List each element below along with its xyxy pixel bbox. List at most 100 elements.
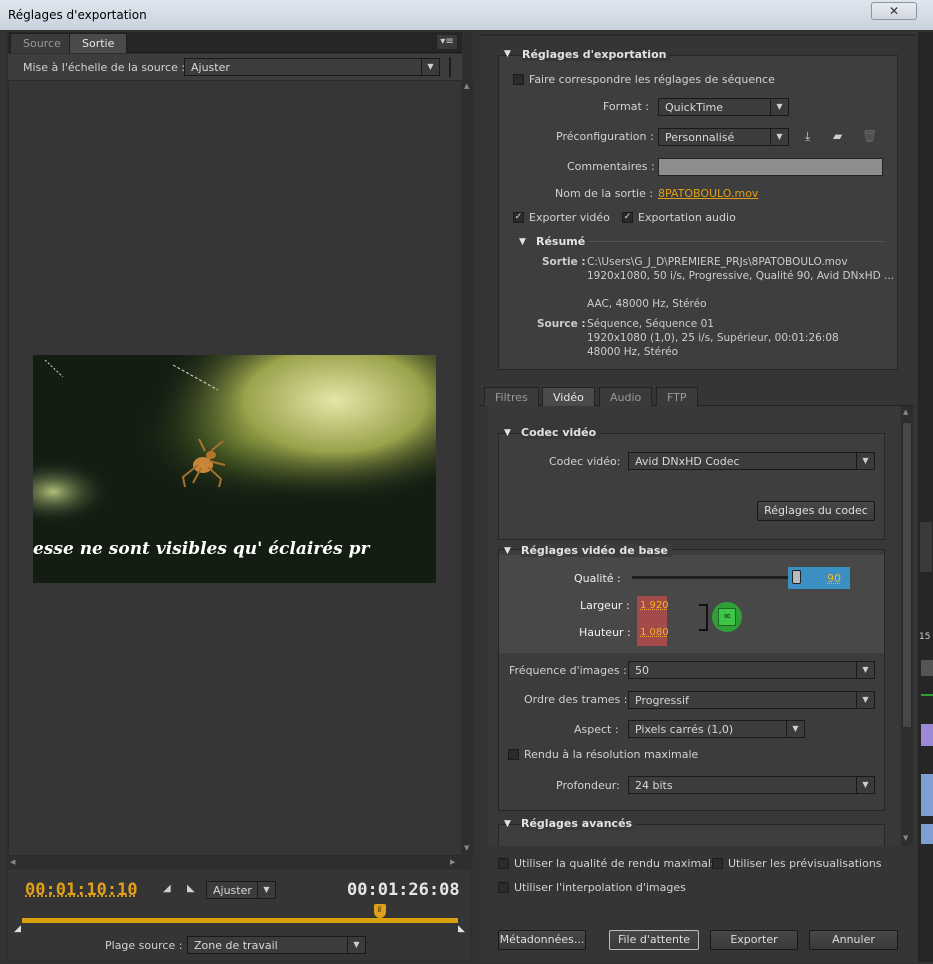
out-point-marker-icon[interactable]: ◣ — [458, 924, 465, 934]
summary-output-label: Sortie : — [542, 256, 586, 268]
codec-dropdown[interactable]: Avid DNxHD Codec ▼ — [628, 452, 875, 470]
playhead-icon[interactable]: ⅱ — [373, 904, 386, 918]
max-render-label: Rendu à la résolution maximale — [524, 748, 699, 761]
scroll-thumb[interactable] — [902, 422, 912, 728]
use-previews-checkbox[interactable] — [712, 858, 723, 869]
aspect-label: Aspect : — [574, 723, 619, 736]
chevron-down-icon: ▼ — [770, 129, 788, 145]
panel-menu-icon[interactable]: ▾≡ — [436, 34, 458, 50]
background-app-edge: 15 — [918, 32, 933, 962]
chevron-down-icon: ▼ — [770, 99, 788, 115]
current-timecode[interactable]: 00:01:10:10 — [25, 880, 138, 900]
format-dropdown[interactable]: QuickTime ▼ — [658, 98, 789, 116]
field-order-dropdown[interactable]: Progressif ▼ — [628, 691, 875, 709]
divider — [449, 57, 451, 77]
fps-label: Fréquence d'images : — [509, 664, 627, 677]
cancel-button[interactable]: Annuler — [809, 930, 898, 950]
preset-dropdown[interactable]: Personnalisé ▼ — [658, 128, 789, 146]
divider — [588, 241, 884, 242]
output-name-label: Nom de la sortie : — [555, 187, 654, 200]
metadata-button[interactable]: Métadonnées... — [498, 930, 586, 950]
save-preset-icon[interactable]: ⤓ — [805, 129, 823, 145]
export-video-checkbox[interactable]: ✓ — [513, 212, 524, 223]
set-in-point-icon[interactable]: ◢ — [163, 883, 171, 894]
tab-video[interactable]: Vidéo — [542, 387, 595, 406]
tab-audio[interactable]: Audio — [599, 387, 653, 406]
scroll-up-icon[interactable]: ▲ — [464, 82, 469, 90]
depth-label: Profondeur: — [556, 779, 620, 792]
height-label: Hauteur : — [579, 626, 631, 639]
background-clip — [921, 824, 933, 844]
time-ruler-track[interactable] — [22, 918, 458, 923]
scroll-left-icon[interactable]: ◀ — [10, 858, 15, 866]
collapse-icon[interactable]: ▼ — [504, 49, 511, 59]
quality-slider-thumb[interactable] — [791, 570, 801, 584]
height-value[interactable]: 1 080 — [640, 627, 669, 638]
max-render-checkbox[interactable] — [508, 749, 519, 760]
link-icon[interactable]: ∞ — [718, 608, 736, 626]
scroll-down-icon[interactable]: ▼ — [903, 834, 908, 842]
summary-header: Résumé — [536, 235, 586, 248]
output-name-link[interactable]: 8PATOBOULO.mov — [658, 187, 758, 200]
match-sequence-label: Faire correspondre les réglages de séque… — [529, 73, 775, 86]
chevron-down-icon: ▼ — [421, 59, 439, 75]
export-audio-checkbox[interactable]: ✓ — [622, 212, 633, 223]
field-order-label: Ordre des trames : — [524, 693, 628, 706]
comments-input[interactable] — [658, 158, 883, 176]
chevron-down-icon: ▼ — [856, 662, 874, 678]
range-dropdown[interactable]: Zone de travail ▼ — [187, 936, 366, 954]
scale-value: Ajuster — [191, 61, 230, 74]
aspect-dropdown[interactable]: Pixels carrés (1,0) ▼ — [628, 720, 805, 738]
range-label: Plage source : — [105, 939, 183, 952]
codec-section — [498, 433, 885, 540]
export-button[interactable]: Exporter — [710, 930, 798, 950]
tab-ftp[interactable]: FTP — [656, 387, 698, 406]
close-button[interactable]: ✕ — [871, 2, 917, 20]
quality-slider-track[interactable] — [632, 576, 814, 579]
tab-source[interactable]: Source — [10, 33, 74, 53]
set-out-point-icon[interactable]: ◣ — [187, 883, 195, 894]
preview-vscrollbar[interactable]: ▲ ▼ — [461, 80, 473, 856]
background-clip — [921, 660, 933, 676]
scroll-up-icon[interactable]: ▲ — [903, 408, 908, 416]
codec-settings-button[interactable]: Réglages du codec — [757, 501, 875, 521]
queue-button[interactable]: File d'attente — [609, 930, 699, 950]
scale-dropdown[interactable]: Ajuster ▼ — [184, 58, 440, 76]
max-quality-checkbox[interactable] — [498, 858, 509, 869]
chevron-down-icon: ▼ — [257, 882, 275, 898]
chevron-down-icon: ▼ — [786, 721, 804, 737]
background-panel — [920, 522, 932, 572]
match-sequence-checkbox[interactable] — [513, 74, 524, 85]
fps-dropdown[interactable]: 50 ▼ — [628, 661, 875, 679]
fit-dropdown[interactable]: Ajuster ▼ — [206, 881, 276, 899]
tab-sortie[interactable]: Sortie — [69, 33, 128, 53]
in-point-marker-icon[interactable]: ◢ — [14, 924, 21, 934]
frame-blend-checkbox[interactable] — [498, 882, 509, 893]
scale-label: Mise à l'échelle de la source : — [23, 61, 186, 74]
width-value[interactable]: 1 920 — [640, 600, 669, 611]
subtitle-text: esse ne sont visibles qu' éclairés pr — [33, 539, 370, 559]
collapse-icon[interactable]: ▼ — [504, 546, 511, 556]
scroll-down-icon[interactable]: ▼ — [464, 844, 469, 852]
collapse-icon[interactable]: ▼ — [504, 819, 511, 829]
import-preset-icon[interactable]: ▰ — [833, 129, 851, 145]
tab-filtres[interactable]: Filtres — [484, 387, 539, 406]
advanced-header: Réglages avancés — [521, 817, 637, 830]
aspect-value: Pixels carrés (1,0) — [635, 723, 734, 736]
chevron-down-icon: ▼ — [856, 692, 874, 708]
duration-timecode: 00:01:26:08 — [347, 880, 460, 900]
basic-video-header: Réglages vidéo de base — [521, 544, 672, 557]
link-bracket — [699, 604, 708, 631]
format-value: QuickTime — [665, 101, 724, 114]
video-settings-vscrollbar[interactable]: ▲ ▼ — [901, 406, 913, 846]
preview-hscrollbar[interactable]: ◀ ▶ — [8, 856, 462, 868]
delete-preset-icon[interactable]: 🗑 — [862, 129, 878, 145]
summary-output-line: AAC, 48000 Hz, Stéréo — [587, 298, 707, 310]
codec-value: Avid DNxHD Codec — [635, 455, 740, 468]
title-bar: Réglages d'exportation ✕ — [0, 0, 933, 30]
collapse-icon[interactable]: ▼ — [504, 428, 511, 438]
depth-dropdown[interactable]: 24 bits ▼ — [628, 776, 875, 794]
quality-value[interactable]: 90 — [827, 572, 841, 585]
scroll-right-icon[interactable]: ▶ — [450, 858, 455, 866]
collapse-icon[interactable]: ▼ — [519, 237, 526, 247]
